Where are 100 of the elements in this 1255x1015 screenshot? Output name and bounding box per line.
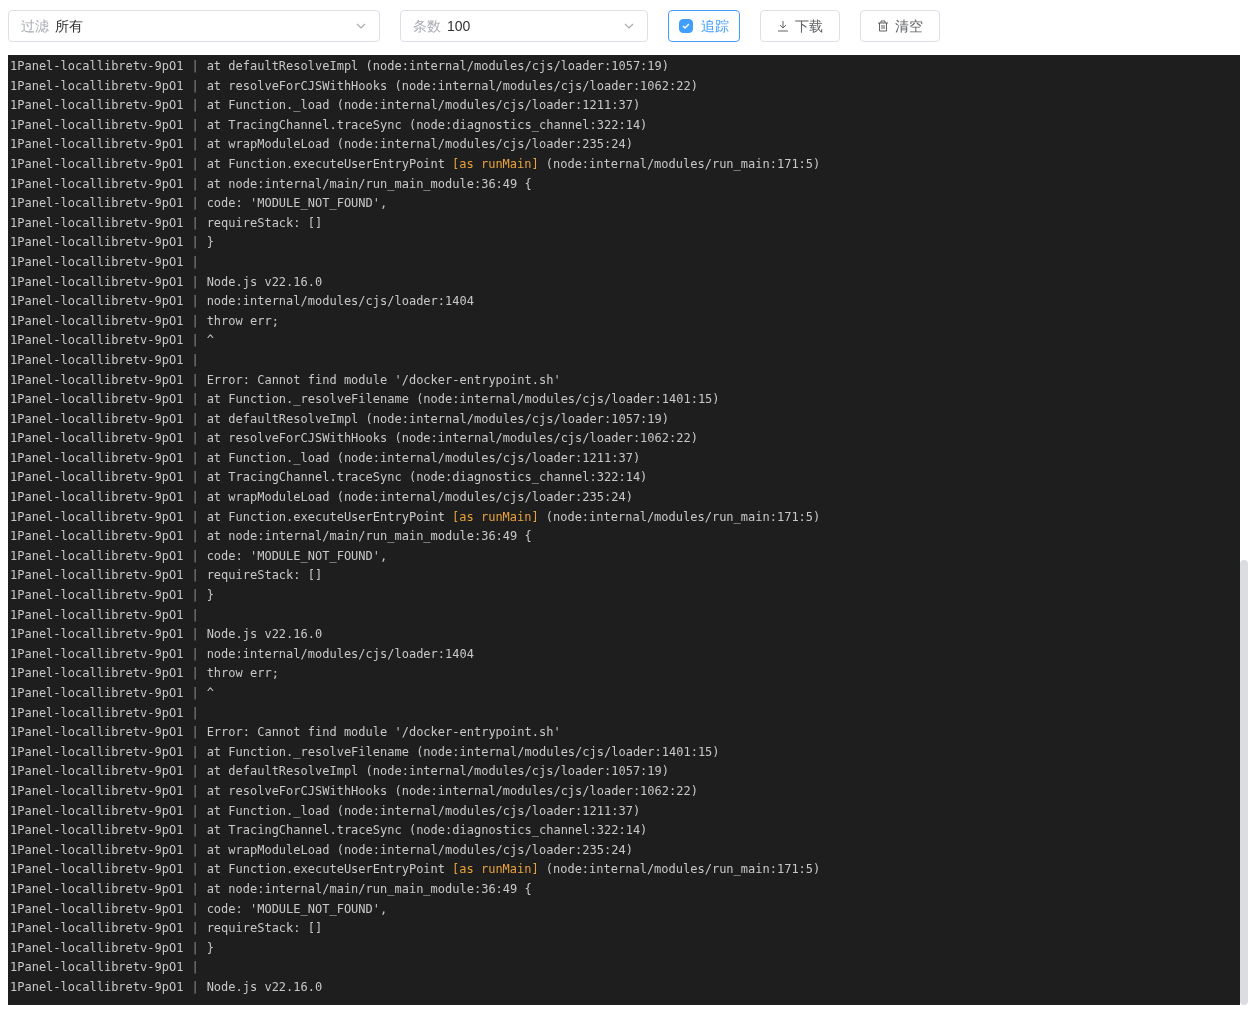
container-name: 1Panel-locallibretv-9pO1 [10, 391, 184, 409]
container-name: 1Panel-locallibretv-9pO1 [10, 822, 184, 840]
container-name: 1Panel-locallibretv-9pO1 [10, 645, 184, 663]
log-message: requireStack: [] [206, 214, 323, 232]
log-message: Error: Cannot find module '/docker-entrypoint.sh' [206, 371, 561, 389]
container-name: 1Panel-locallibretv-9pO1 [10, 175, 184, 193]
log-tag: [as runMain] [452, 507, 539, 528]
container-name: 1Panel-locallibretv-9pO1 [10, 528, 184, 546]
container-name: 1Panel-locallibretv-9pO1 [10, 920, 184, 938]
checkbox-icon [679, 18, 693, 33]
separator: | [191, 665, 199, 683]
separator: | [191, 587, 199, 605]
container-name: 1Panel-locallibretv-9pO1 [10, 724, 184, 742]
container-name: 1Panel-locallibretv-9pO1 [10, 312, 184, 330]
log-location: (node:internal/modules/run_main:171:5) [545, 508, 821, 526]
log-tag: [as runMain] [452, 154, 539, 175]
separator: | [191, 704, 199, 722]
log-message: at resolveForCJSWithHooks (node:internal/modules/cjs/loader:1062:22) [206, 77, 698, 95]
separator: | [191, 371, 199, 389]
container-name: 1Panel-locallibretv-9pO1 [10, 489, 184, 507]
container-name: 1Panel-locallibretv-9pO1 [10, 116, 184, 134]
container-name: 1Panel-locallibretv-9pO1 [10, 253, 184, 271]
separator: | [191, 743, 199, 761]
container-name: 1Panel-locallibretv-9pO1 [10, 978, 184, 996]
container-name: 1Panel-locallibretv-9pO1 [10, 567, 184, 585]
log-message: at Function.executeUserEntryPoint [206, 508, 446, 526]
separator: | [191, 822, 199, 840]
log-message: } [206, 234, 214, 252]
separator: | [191, 645, 199, 663]
log-message: node:internal/modules/cjs/loader:1404 [206, 645, 474, 663]
log-message: at Function.executeUserEntryPoint [206, 861, 446, 879]
separator: | [191, 136, 199, 154]
download-button[interactable]: 下载 [760, 9, 840, 42]
separator: | [191, 959, 199, 977]
log-message: at resolveForCJSWithHooks (node:internal/modules/cjs/loader:1062:22) [206, 430, 698, 448]
container-name: 1Panel-locallibretv-9pO1 [10, 77, 184, 95]
separator: | [191, 175, 199, 193]
log-message: code: 'MODULE_NOT_FOUND', [206, 195, 388, 213]
log-message: } [206, 587, 214, 605]
container-name: 1Panel-locallibretv-9pO1 [10, 626, 184, 644]
separator: | [191, 508, 199, 526]
container-name: 1Panel-locallibretv-9pO1 [10, 782, 184, 800]
separator: | [191, 880, 199, 898]
log-message: node:internal/modules/cjs/loader:1404 [206, 293, 474, 311]
container-name: 1Panel-locallibretv-9pO1 [10, 449, 184, 467]
select-field[interactable]: 过滤 所有 [8, 9, 380, 42]
container-name: 1Panel-locallibretv-9pO1 [10, 58, 184, 75]
container-name: 1Panel-locallibretv-9pO1 [10, 861, 184, 879]
container-name: 1Panel-locallibretv-9pO1 [10, 332, 184, 350]
separator: | [191, 939, 199, 957]
log-message: at Function.executeUserEntryPoint [206, 155, 446, 173]
log-message: requireStack: [] [206, 920, 323, 938]
download-icon [777, 19, 789, 32]
container-name: 1Panel-locallibretv-9pO1 [10, 371, 184, 389]
container-name: 1Panel-locallibretv-9pO1 [10, 939, 184, 957]
separator: | [191, 214, 199, 232]
log-message: } [206, 939, 214, 957]
container-name: 1Panel-locallibretv-9pO1 [10, 430, 184, 448]
separator: | [191, 97, 199, 115]
separator: | [191, 116, 199, 134]
separator: | [191, 430, 199, 448]
log-message: at TracingChannel.traceSync (node:diagnostics_channel:322:14) [206, 116, 648, 134]
trash-icon [877, 19, 889, 32]
container-name: 1Panel-locallibretv-9pO1 [10, 606, 184, 624]
separator: | [191, 900, 199, 918]
container-name: 1Panel-locallibretv-9pO1 [10, 665, 184, 683]
log-message: at wrapModuleLoad (node:internal/modules/cjs/loader:235:24) [206, 841, 633, 859]
log-message: at wrapModuleLoad (node:internal/modules/cjs/loader:235:24) [206, 489, 633, 507]
separator: | [191, 782, 199, 800]
separator: | [191, 332, 199, 350]
log-message: throw err; [206, 312, 279, 330]
select-field[interactable]: 条数 100 [400, 9, 648, 42]
separator: | [191, 253, 199, 271]
log-message: code: 'MODULE_NOT_FOUND', [206, 547, 388, 565]
scrollbar-thumb[interactable] [1240, 560, 1248, 1005]
container-name: 1Panel-locallibretv-9pO1 [10, 587, 184, 605]
container-name: 1Panel-locallibretv-9pO1 [10, 155, 184, 173]
separator: | [191, 469, 199, 487]
log-message: Node.js v22.16.0 [206, 978, 323, 996]
log-message: at Function._load (node:internal/modules/cjs/loader:1211:37) [206, 802, 641, 820]
separator: | [191, 567, 199, 585]
clear-button[interactable]: 清空 [860, 9, 940, 42]
container-name: 1Panel-locallibretv-9pO1 [10, 469, 184, 487]
separator: | [191, 77, 199, 95]
separator: | [191, 410, 199, 428]
separator: | [191, 606, 199, 624]
log-message: Node.js v22.16.0 [206, 626, 323, 644]
separator: | [191, 528, 199, 546]
separator: | [191, 351, 199, 369]
log-location: (node:internal/modules/run_main:171:5) [545, 155, 821, 173]
separator: | [191, 978, 199, 996]
separator: | [191, 273, 199, 291]
log-message: at resolveForCJSWithHooks (node:internal/modules/cjs/loader:1062:22) [206, 782, 698, 800]
log-message: throw err; [206, 665, 279, 683]
separator: | [191, 195, 199, 213]
log-message: at Function._load (node:internal/modules/cjs/loader:1211:37) [206, 97, 641, 115]
separator: | [191, 802, 199, 820]
log-message: at TracingChannel.traceSync (node:diagnostics_channel:322:14) [206, 469, 648, 487]
container-name: 1Panel-locallibretv-9pO1 [10, 685, 184, 702]
separator: | [191, 920, 199, 938]
